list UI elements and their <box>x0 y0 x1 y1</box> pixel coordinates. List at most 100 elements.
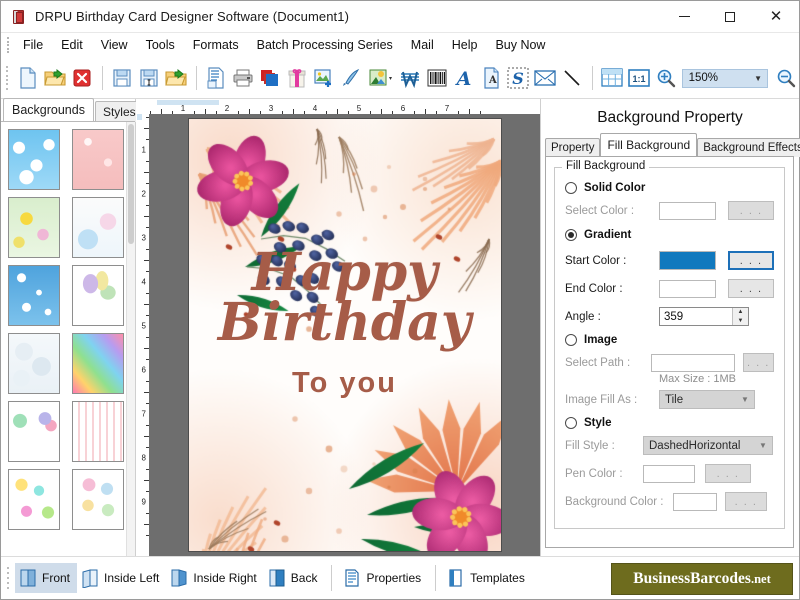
add-image-icon[interactable] <box>311 64 338 92</box>
bottom-button-properties[interactable]: Properties <box>339 563 428 593</box>
print-preview-icon[interactable] <box>203 64 230 92</box>
menu-file[interactable]: File <box>14 35 52 55</box>
card-stack-icon[interactable] <box>257 64 284 92</box>
text-page-icon[interactable]: A <box>478 64 505 92</box>
end-color-swatch[interactable] <box>659 280 717 298</box>
print-icon[interactable] <box>230 64 257 92</box>
menu-batch-processing-series[interactable]: Batch Processing Series <box>248 35 402 55</box>
line-icon[interactable] <box>559 64 586 92</box>
open-folder-icon[interactable] <box>42 64 69 92</box>
zoom-level-combobox[interactable]: 150% ▼ <box>682 69 768 88</box>
greeting-card[interactable]: Happy Birthday To you <box>189 119 501 551</box>
chevron-down-icon[interactable]: ▼ <box>754 441 772 450</box>
bottom-button-inside-left[interactable]: Inside Left <box>77 563 166 593</box>
radio-gradient[interactable] <box>565 229 577 241</box>
thumb-daisy-flowers[interactable] <box>8 197 60 258</box>
left-panel-scrollbar[interactable] <box>126 122 135 556</box>
select-color-field[interactable] <box>659 202 717 220</box>
export-folder-icon[interactable] <box>163 64 190 92</box>
spinner-down-icon[interactable]: ▼ <box>733 317 748 326</box>
watermark-icon[interactable] <box>397 64 424 92</box>
start-color-browse-button[interactable]: . . . <box>728 251 774 270</box>
ruler-number: 7 <box>142 410 146 419</box>
select-path-field[interactable] <box>651 354 735 372</box>
thumb-happy-birthday-balloons[interactable] <box>8 401 60 462</box>
barcode-icon[interactable] <box>424 64 451 92</box>
save-as-icon[interactable] <box>136 64 163 92</box>
left-panel-tabs: Backgrounds Styles <box>1 99 135 121</box>
menu-tools[interactable]: Tools <box>137 35 184 55</box>
text-icon[interactable]: A <box>451 64 478 92</box>
svg-text:S: S <box>512 69 524 88</box>
save-icon[interactable] <box>109 64 136 92</box>
tab-backgrounds[interactable]: Backgrounds <box>3 98 94 121</box>
thumb-colorful-hearts[interactable] <box>8 469 60 530</box>
new-document-icon[interactable] <box>15 64 42 92</box>
background-thumbnail-list[interactable] <box>1 121 135 556</box>
tab-property[interactable]: Property <box>545 138 600 157</box>
chevron-down-icon[interactable]: ▼ <box>754 74 767 83</box>
close-button[interactable]: ✕ <box>753 1 799 32</box>
thumb-bubbles[interactable] <box>8 333 60 394</box>
background-color-field[interactable] <box>673 493 717 511</box>
grid-icon[interactable] <box>599 64 626 92</box>
maximize-button[interactable] <box>707 1 753 32</box>
toolbar-separator <box>196 66 197 90</box>
zoom-level-value: 150% <box>683 72 755 84</box>
pen-color-field[interactable] <box>643 465 695 483</box>
thumb-pink-texture[interactable] <box>72 129 124 190</box>
tab-fill-background[interactable]: Fill Background <box>600 133 697 156</box>
zoom-in-icon[interactable] <box>653 64 680 92</box>
label-background-color: Background Color : <box>565 496 673 508</box>
thumb-blue-stars[interactable] <box>8 265 60 326</box>
end-color-browse-button[interactable]: . . . <box>728 279 774 298</box>
pen-icon[interactable] <box>338 64 365 92</box>
menu-help[interactable]: Help <box>443 35 487 55</box>
start-color-swatch[interactable] <box>659 251 717 270</box>
gift-box-icon[interactable] <box>284 64 311 92</box>
background-color-browse-button[interactable]: . . . <box>725 492 767 511</box>
card-inside-left-icon <box>81 568 99 588</box>
thumb-pink-teddy-stripes[interactable] <box>72 401 124 462</box>
spinner-up-icon[interactable]: ▲ <box>733 308 748 317</box>
radio-style[interactable] <box>565 417 577 429</box>
signature-icon[interactable]: S <box>505 64 532 92</box>
chevron-down-icon[interactable]: ▼ <box>736 395 754 404</box>
menu-formats[interactable]: Formats <box>184 35 248 55</box>
bottom-button-templates[interactable]: Templates <box>443 563 532 593</box>
thumb-clouds-sky[interactable] <box>8 129 60 190</box>
menu-edit[interactable]: Edit <box>52 35 92 55</box>
menu-bar: File Edit View Tools Formats Batch Proce… <box>1 33 799 58</box>
menu-mail[interactable]: Mail <box>402 35 443 55</box>
thumb-rainbow[interactable] <box>72 333 124 394</box>
minimize-button[interactable] <box>661 1 707 32</box>
menu-buy-now[interactable]: Buy Now <box>486 35 554 55</box>
bottom-button-back[interactable]: Back <box>264 563 325 593</box>
toolbar-grip <box>4 65 11 91</box>
design-canvas[interactable]: Happy Birthday To you <box>149 114 540 556</box>
shape-picture-icon[interactable] <box>365 64 397 92</box>
radio-solid-color[interactable] <box>565 182 577 194</box>
menu-view[interactable]: View <box>92 35 137 55</box>
thumb-balloons[interactable] <box>72 265 124 326</box>
bottom-button-front[interactable]: Front <box>15 563 77 593</box>
select-path-browse-button[interactable]: . . . <box>743 353 774 372</box>
pen-color-browse-button[interactable]: . . . <box>705 464 751 483</box>
label-fill-style: Fill Style : <box>565 440 643 452</box>
fill-style-select[interactable]: DashedHorizontal ▼ <box>643 436 773 455</box>
thumb-pastel-scene[interactable] <box>72 197 124 258</box>
zoom-out-icon[interactable] <box>772 64 799 92</box>
close-document-icon[interactable] <box>69 64 96 92</box>
tab-background-effects[interactable]: Background Effects <box>697 138 800 157</box>
angle-spinner[interactable]: 359 ▲ ▼ <box>659 307 749 326</box>
brand-suffix: .net <box>751 572 771 586</box>
bottom-button-inside-right[interactable]: Inside Right <box>166 563 263 593</box>
radio-image[interactable] <box>565 334 577 346</box>
envelope-icon[interactable] <box>532 64 559 92</box>
select-color-browse-button[interactable]: . . . <box>728 201 774 220</box>
actual-size-icon[interactable]: 1:1 <box>626 64 653 92</box>
angle-spinner-arrows[interactable]: ▲ ▼ <box>732 308 748 325</box>
ruler-number: 2 <box>225 104 229 113</box>
thumb-balloon-bunch[interactable] <box>72 469 124 530</box>
image-fill-as-select[interactable]: Tile ▼ <box>659 390 755 409</box>
